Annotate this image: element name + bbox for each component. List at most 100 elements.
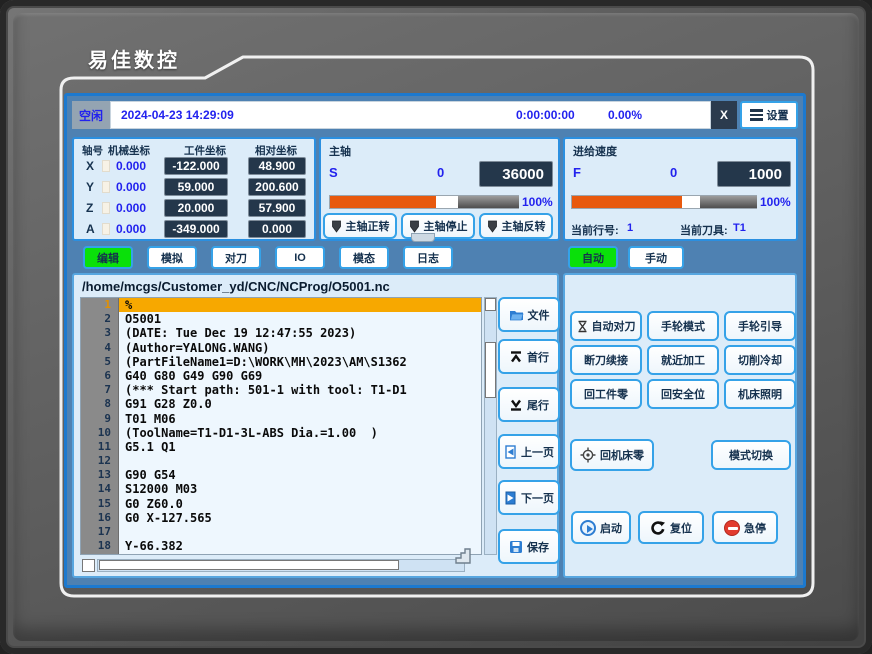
spindle-stop-label: 主轴停止 — [424, 218, 468, 234]
safe-position-button[interactable]: 回安全位 — [647, 379, 719, 409]
work-zero-button[interactable]: 回工件零 — [570, 379, 642, 409]
axis-row-z: Z 0.000 20.000 57.900 — [74, 199, 314, 217]
line-number: 11 — [81, 440, 119, 454]
line-number: 19 — [81, 553, 119, 555]
top-bar: 空闲 2024-04-23 14:29:09 0:00:00:00 0.00% … — [72, 101, 798, 129]
handwheel-mode-button[interactable]: 手轮模式 — [647, 311, 719, 341]
line-number: 10 — [81, 426, 119, 440]
axis-indicator — [102, 202, 110, 214]
handwheel-guide-button[interactable]: 手轮引导 — [724, 311, 796, 341]
machine-zero-button[interactable]: 回机床零 — [570, 439, 654, 471]
folder-icon — [509, 309, 524, 321]
next-page-button[interactable]: 下一页 — [498, 480, 560, 515]
line-text: G91 G28 Z0.0 — [119, 397, 481, 411]
line-text: G0 X-127.565 — [119, 511, 481, 525]
spindle-bit-icon — [487, 220, 498, 233]
work-coord-value: 59.000 — [164, 178, 228, 196]
scrollbar-top-box[interactable] — [485, 298, 496, 311]
line-number: 13 — [81, 468, 119, 482]
auto-toolset-button[interactable]: 自动对刀 — [570, 311, 642, 341]
scrollbar-thumb[interactable] — [485, 342, 496, 398]
hscrollbar-thumb[interactable] — [99, 560, 399, 570]
line-number: 2 — [81, 312, 119, 326]
first-line-button[interactable]: 首行 — [498, 339, 560, 374]
code-line[interactable]: 7(*** Start path: 501-1 with tool: T1-D1 — [81, 383, 481, 397]
line-text: G5.1 Q1 — [119, 440, 481, 454]
axis-label: A — [86, 222, 95, 236]
tab-simulate[interactable]: 模拟 — [147, 246, 197, 269]
screen: 空闲 2024-04-23 14:29:09 0:00:00:00 0.00% … — [64, 93, 806, 588]
machine-status-badge: 空闲 — [72, 101, 110, 129]
spindle-override-slider[interactable] — [329, 195, 519, 209]
auto-toolset-icon — [577, 320, 588, 333]
code-line[interactable]: 12 — [81, 454, 481, 468]
tab-log[interactable]: 日志 — [403, 246, 453, 269]
line-number: 4 — [81, 341, 119, 355]
code-line[interactable]: 3(DATE: Tue Dec 19 12:47:55 2023) — [81, 326, 481, 340]
tool-break-resume-button[interactable]: 断刀续接 — [570, 345, 642, 375]
line-text: (DATE: Tue Dec 19 12:47:55 2023) — [119, 326, 481, 340]
settings-button[interactable]: 设置 — [740, 101, 798, 129]
coolant-button[interactable]: 切削冷却 — [724, 345, 796, 375]
spindle-cw-button[interactable]: 主轴正转 — [323, 213, 397, 239]
mode-switch-button[interactable]: 模式切换 — [711, 440, 791, 470]
spindle-s-label: S — [329, 165, 338, 180]
code-line[interactable]: 19G43 Z20.557 H01 — [81, 553, 481, 555]
current-tool-value: T1 — [733, 222, 746, 234]
code-line[interactable]: 15G0 Z60.0 — [81, 497, 481, 511]
start-play-icon — [580, 520, 596, 536]
horizontal-scrollbar[interactable] — [97, 559, 465, 572]
code-line[interactable]: 9T01 M06 — [81, 412, 481, 426]
start-button[interactable]: 启动 — [571, 511, 631, 544]
code-line[interactable]: 18Y-66.382 — [81, 539, 481, 553]
resize-grip-icon[interactable] — [454, 547, 472, 565]
code-line[interactable]: 1% — [81, 298, 481, 312]
code-line[interactable]: 17 — [81, 525, 481, 539]
code-line[interactable]: 11G5.1 Q1 — [81, 440, 481, 454]
gcode-editor[interactable]: 1% 2O5001 3(DATE: Tue Dec 19 12:47:55 20… — [80, 297, 482, 555]
code-line[interactable]: 2O5001 — [81, 312, 481, 326]
hmi-device: 易佳数控 空闲 2024-04-23 14:29:09 0:00:00:00 0… — [0, 0, 872, 654]
feed-override-slider[interactable] — [571, 195, 757, 209]
code-line[interactable]: 6G40 G80 G49 G90 G69 — [81, 369, 481, 383]
code-line[interactable]: 5(PartFileName1=D:\WORK\MH\2023\AM\S1362 — [81, 355, 481, 369]
tab-io[interactable]: IO — [275, 246, 325, 269]
vertical-scrollbar[interactable] — [484, 297, 497, 555]
line-text — [119, 454, 481, 468]
progress-percent-text: 0.00% — [608, 108, 642, 122]
feed-override-thumb[interactable] — [700, 196, 757, 208]
feed-title: 进给速度 — [573, 143, 617, 159]
spindle-bit-icon — [331, 220, 342, 233]
datetime-text: 2024-04-23 14:29:09 — [121, 108, 234, 122]
close-button[interactable]: X — [711, 101, 737, 129]
tab-modal[interactable]: 模态 — [339, 246, 389, 269]
spindle-override-thumb[interactable] — [458, 196, 519, 208]
code-line[interactable]: 10(ToolName=T1-D1-3L-ABS Dia.=1.00 ) — [81, 426, 481, 440]
tab-edit[interactable]: 编辑 — [83, 246, 133, 269]
panel-handle[interactable] — [411, 233, 435, 242]
work-coord-value: -122.000 — [164, 157, 228, 175]
prev-page-button[interactable]: 上一页 — [498, 434, 560, 469]
code-line[interactable]: 8G91 G28 Z0.0 — [81, 397, 481, 411]
machine-zero-target-icon — [580, 447, 596, 463]
spindle-override-percent: 100% — [522, 195, 553, 209]
line-number: 17 — [81, 525, 119, 539]
tab-manual[interactable]: 手动 — [628, 246, 684, 269]
tab-toolset[interactable]: 对刀 — [211, 246, 261, 269]
code-line[interactable]: 4(Author=YALONG.WANG) — [81, 341, 481, 355]
machine-light-button[interactable]: 机床照明 — [724, 379, 796, 409]
spindle-ccw-button[interactable]: 主轴反转 — [479, 213, 553, 239]
estop-button[interactable]: 急停 — [712, 511, 778, 544]
code-line[interactable]: 13G90 G54 — [81, 468, 481, 482]
line-text: G40 G80 G49 G90 G69 — [119, 369, 481, 383]
reset-button[interactable]: 复位 — [638, 511, 704, 544]
save-button[interactable]: 保存 — [498, 529, 560, 564]
last-line-button[interactable]: 尾行 — [498, 387, 560, 422]
estop-label: 急停 — [744, 520, 766, 536]
code-line[interactable]: 14S12000 M03 — [81, 482, 481, 496]
nearby-machining-button[interactable]: 就近加工 — [647, 345, 719, 375]
code-line[interactable]: 16G0 X-127.565 — [81, 511, 481, 525]
file-button[interactable]: 文件 — [498, 297, 560, 332]
hscroll-left-box[interactable] — [82, 559, 95, 572]
tab-auto[interactable]: 自动 — [568, 246, 618, 269]
